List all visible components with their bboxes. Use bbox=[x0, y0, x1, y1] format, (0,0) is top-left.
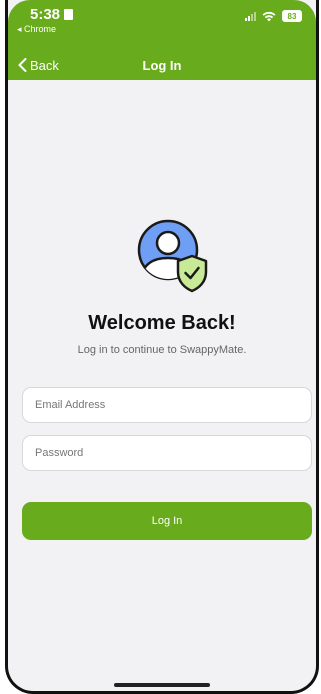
email-field[interactable] bbox=[22, 387, 312, 423]
status-time: 5:38 bbox=[30, 6, 74, 23]
user-shield-icon bbox=[137, 219, 208, 293]
back-button[interactable]: Back bbox=[18, 58, 59, 73]
welcome-heading: Welcome Back! bbox=[88, 312, 236, 334]
login-button[interactable]: Log In bbox=[22, 502, 312, 540]
battery-icon: 83 bbox=[282, 10, 302, 22]
chevron-left-icon bbox=[18, 58, 27, 72]
page-title: Log In bbox=[142, 57, 182, 73]
wifi-icon bbox=[262, 11, 276, 21]
home-indicator[interactable] bbox=[114, 683, 210, 687]
welcome-subheading: Log in to continue to SwappyMate. bbox=[77, 344, 247, 356]
signal-icon bbox=[245, 11, 256, 21]
password-field[interactable] bbox=[22, 435, 312, 471]
status-icons: 83 bbox=[245, 10, 302, 22]
status-back-to-app[interactable]: ◂ Chrome bbox=[17, 24, 56, 35]
sim-icon bbox=[64, 9, 74, 20]
back-button-label: Back bbox=[30, 57, 59, 73]
status-time-text: 5:38 bbox=[30, 6, 61, 23]
login-content: Welcome Back! Log in to continue to Swap… bbox=[8, 80, 316, 691]
app-header: 5:38 ◂ Chrome 83 Back Log In bbox=[8, 0, 316, 80]
phone-frame: 5:38 ◂ Chrome 83 Back Log In Welcome Bac… bbox=[5, 0, 319, 694]
nav-bar: Back Log In bbox=[8, 48, 316, 82]
